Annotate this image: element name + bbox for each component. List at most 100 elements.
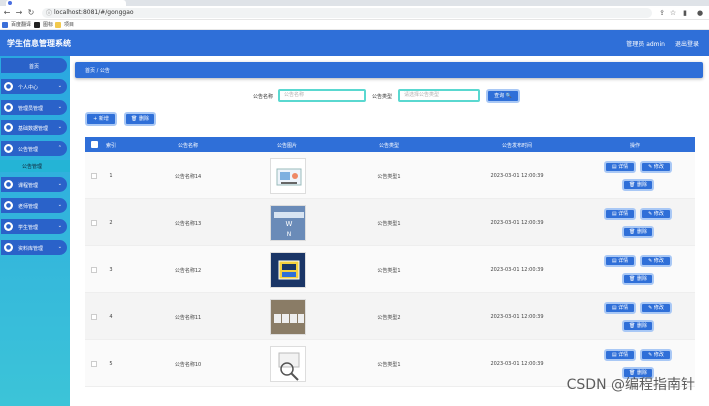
row-index: 1 <box>109 173 113 179</box>
row-name: 公告名称11 <box>174 315 202 321</box>
header-time: 公告发布时间 <box>501 143 532 149</box>
breadcrumb: 首页 / 公告 <box>75 62 703 78</box>
app-header: 学生信息管理系统 管理员 admin 退出登录 <box>0 30 709 56</box>
edit-button[interactable]: ✎ 修改 <box>640 302 672 314</box>
header-actions: 操作 <box>629 143 640 149</box>
notice-type-label: 公告类型 <box>372 94 393 100</box>
table-row: 2 公告名称13 WN 公告类型1 2023-03-01 12:00:39 ▤ … <box>85 199 695 246</box>
sidebar-item-notices[interactable]: ● 公告管理 ⌃ <box>1 141 67 156</box>
row-delete-button[interactable]: 🗑 删除 <box>622 179 654 191</box>
row-time: 2023-03-01 12:00:39 <box>490 361 544 367</box>
edit-button[interactable]: ✎ 修改 <box>640 349 672 361</box>
url-text: localhost:8081/#/gonggao <box>54 9 134 16</box>
row-type: 公告类型2 <box>377 315 401 321</box>
back-icon[interactable]: ← <box>2 8 12 18</box>
notice-image[interactable]: WN <box>270 205 306 241</box>
row-time: 2023-03-01 12:00:39 <box>490 267 544 273</box>
star-icon[interactable]: ☆ <box>668 8 678 18</box>
add-button[interactable]: + 新增 <box>85 112 117 126</box>
bookmark-item[interactable]: 项目 <box>55 21 74 29</box>
notice-image[interactable] <box>270 299 306 335</box>
notice-image[interactable] <box>270 346 306 382</box>
table-header: 索引 公告名称 公告图片 公告类型 公告发布时间 操作 <box>85 137 695 152</box>
edit-button[interactable]: ✎ 修改 <box>640 255 672 267</box>
chevron-down-icon: ⌄ <box>57 244 62 250</box>
row-checkbox[interactable] <box>91 267 97 273</box>
chevron-down-icon: ⌄ <box>57 124 62 130</box>
chevron-down-icon: ⌄ <box>57 202 62 208</box>
search-button[interactable]: 查询 🔍 <box>486 89 520 103</box>
sidepanel-icon[interactable]: ▮ <box>680 8 690 18</box>
delete-button[interactable]: 🗑 删除 <box>124 112 156 126</box>
notice-icon: ● <box>4 144 13 153</box>
header-name: 公告名称 <box>177 143 198 149</box>
sidebar-item-admins[interactable]: ● 管理员管理 ⌄ <box>1 100 67 115</box>
sidebar-item-profile[interactable]: ● 个人中心 ⌄ <box>1 79 67 94</box>
chevron-down-icon: ⌄ <box>57 181 62 187</box>
forward-icon[interactable]: → <box>14 8 24 18</box>
row-checkbox[interactable] <box>91 314 97 320</box>
select-all-checkbox[interactable] <box>91 141 98 148</box>
folder-icon <box>55 22 61 28</box>
detail-button[interactable]: ▤ 详情 <box>604 302 636 314</box>
info-icon: ⓘ <box>46 10 53 17</box>
row-checkbox[interactable] <box>91 220 97 226</box>
profile-icon[interactable]: ● <box>695 8 705 18</box>
notice-image[interactable] <box>270 158 306 194</box>
row-time: 2023-03-01 12:00:39 <box>490 173 544 179</box>
bookmark-item[interactable]: 百度翻译 <box>2 21 31 29</box>
sidebar-item-students[interactable]: ● 学生管理 ⌄ <box>1 219 67 234</box>
row-name: 公告名称10 <box>174 362 202 368</box>
detail-button[interactable]: ▤ 详情 <box>604 349 636 361</box>
app-title: 学生信息管理系统 <box>7 39 71 48</box>
row-delete-button[interactable]: 🗑 删除 <box>622 226 654 238</box>
detail-button[interactable]: ▤ 详情 <box>604 255 636 267</box>
row-time: 2023-03-01 12:00:39 <box>490 220 544 226</box>
sidebar-subitem-notices[interactable]: 公告管理 <box>0 160 70 172</box>
share-icon[interactable]: ⇪ <box>657 8 667 18</box>
bookmark-favicon-icon <box>2 22 8 28</box>
sidebar-item-home[interactable]: 首页 <box>1 58 67 73</box>
notice-name-input[interactable]: 公告名称 <box>278 89 366 102</box>
sidebar-item-library[interactable]: ● 资料库管理 ⌄ <box>1 240 67 255</box>
address-bar[interactable]: ⓘ localhost:8081/#/gonggao <box>42 8 652 18</box>
breadcrumb-text[interactable]: 首页 / 公告 <box>85 67 110 74</box>
row-type: 公告类型1 <box>377 268 401 274</box>
row-index: 2 <box>109 220 113 226</box>
table-row: 3 公告名称12 公告类型1 2023-03-01 12:00:39 ▤ 详情 … <box>85 246 695 293</box>
logout-link[interactable]: 退出登录 <box>675 39 699 48</box>
row-name: 公告名称12 <box>174 268 202 274</box>
teacher-icon: ● <box>4 201 13 210</box>
row-delete-button[interactable]: 🗑 删除 <box>622 273 654 285</box>
row-name: 公告名称13 <box>174 221 202 227</box>
watermark: CSDN @编程指南针 <box>566 377 695 393</box>
header-index: 索引 <box>105 143 116 149</box>
sidebar-item-basic-data[interactable]: ● 基础数据管理 ⌄ <box>1 120 67 135</box>
news-tv-icon <box>278 260 300 280</box>
table-row: 1 公告名称14 公告类型1 2023-03-01 12:00:39 ▤ 详情 … <box>85 152 695 199</box>
sidebar: 首页 ● 个人中心 ⌄ ● 管理员管理 ⌄ ● 基础数据管理 ⌄ ● 公告管理 … <box>0 56 70 406</box>
row-checkbox[interactable] <box>91 173 97 179</box>
edit-button[interactable]: ✎ 修改 <box>640 208 672 220</box>
data-icon: ● <box>4 123 13 132</box>
sidebar-item-teachers[interactable]: ● 老师管理 ⌄ <box>1 198 67 213</box>
user-icon: ● <box>4 82 13 91</box>
detail-button[interactable]: ▤ 详情 <box>604 208 636 220</box>
row-time: 2023-03-01 12:00:39 <box>490 314 544 320</box>
svg-text:W: W <box>286 220 293 228</box>
reload-icon[interactable]: ↻ <box>26 8 36 18</box>
notice-type-select[interactable]: 请选择公告类型 <box>398 89 480 102</box>
row-checkbox[interactable] <box>91 361 97 367</box>
row-delete-button[interactable]: 🗑 删除 <box>622 320 654 332</box>
detail-button[interactable]: ▤ 详情 <box>604 161 636 173</box>
row-type: 公告类型1 <box>377 362 401 368</box>
news-logo-icon: WN <box>274 212 304 238</box>
row-type: 公告类型1 <box>377 174 401 180</box>
chevron-down-icon: ⌄ <box>57 223 62 229</box>
sidebar-item-courses[interactable]: ● 课程管理 ⌄ <box>1 177 67 192</box>
edit-button[interactable]: ✎ 修改 <box>640 161 672 173</box>
row-index: 5 <box>109 361 113 367</box>
notice-image[interactable] <box>270 252 306 288</box>
chevron-down-icon: ⌄ <box>57 83 62 89</box>
bookmark-item[interactable]: 图标 <box>34 21 53 29</box>
